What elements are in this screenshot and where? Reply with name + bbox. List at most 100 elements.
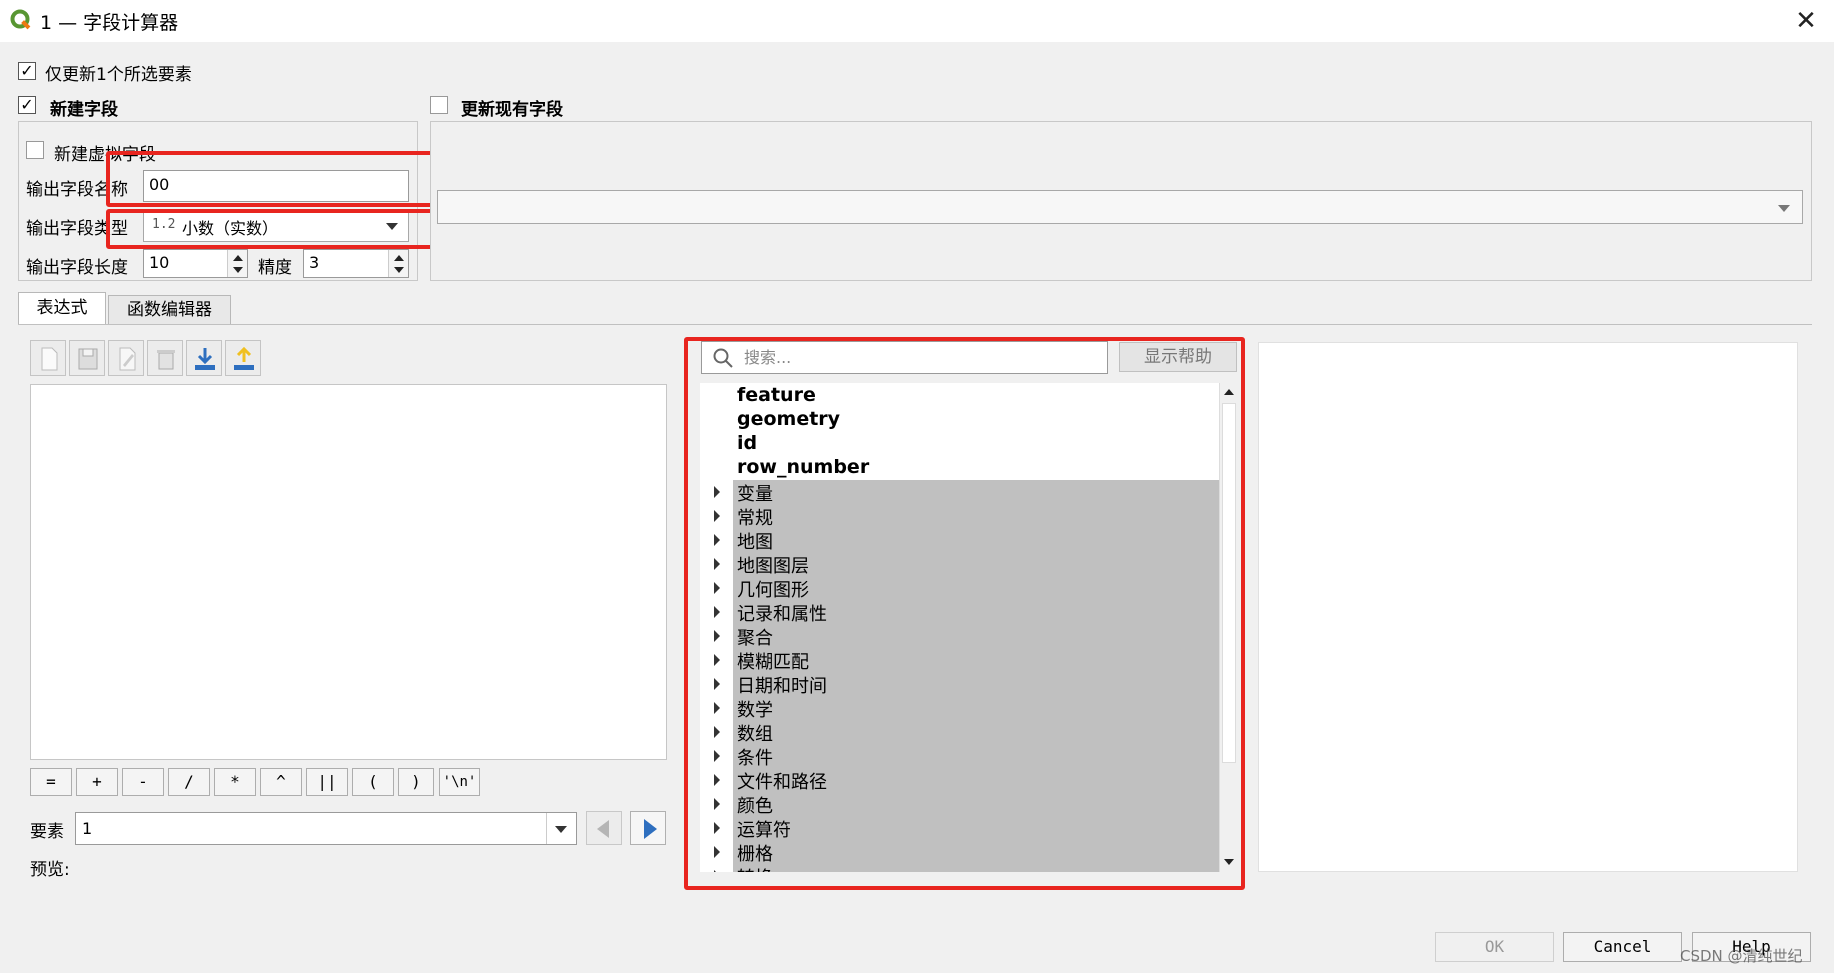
tree-group-item[interactable]: 数组: [700, 720, 1220, 745]
tree-group-item[interactable]: 模糊匹配: [700, 648, 1220, 673]
tree-item-id[interactable]: id: [737, 432, 757, 454]
update-field-checkbox[interactable]: [430, 96, 448, 114]
expand-arrow-icon[interactable]: [714, 582, 720, 594]
highlight-box-type: [106, 209, 456, 249]
close-button[interactable]: ✕: [1788, 4, 1824, 38]
expand-arrow-icon[interactable]: [714, 726, 720, 738]
expand-arrow-icon[interactable]: [714, 486, 720, 498]
tree-group-item[interactable]: 地图: [700, 528, 1220, 553]
expand-arrow-icon[interactable]: [714, 510, 720, 522]
tree-group-label: 转换: [737, 864, 773, 872]
search-input[interactable]: 搜索...: [701, 341, 1108, 374]
highlight-box-name: [106, 151, 453, 207]
tree-group-label: 文件和路径: [737, 772, 827, 793]
expand-arrow-icon[interactable]: [714, 654, 720, 666]
operator-concat-button[interactable]: ||: [306, 768, 348, 796]
tree-group-item[interactable]: 颜色: [700, 792, 1220, 817]
tree-group-item[interactable]: 几何图形: [700, 576, 1220, 601]
only-selected-checkbox[interactable]: ✓: [18, 62, 36, 80]
tab-divider: [18, 324, 1812, 325]
new-file-icon[interactable]: [30, 340, 66, 376]
search-icon: [713, 348, 733, 368]
new-field-checkbox[interactable]: ✓: [18, 96, 36, 114]
spin-buttons[interactable]: [388, 250, 408, 277]
cancel-button[interactable]: Cancel: [1563, 932, 1682, 962]
previous-feature-button[interactable]: [586, 811, 622, 845]
operator-divide-button[interactable]: /: [168, 768, 210, 796]
tree-item-feature[interactable]: feature: [737, 384, 816, 406]
tree-group-item[interactable]: 栅格: [700, 840, 1220, 865]
tree-group-item[interactable]: 运算符: [700, 816, 1220, 841]
export-icon[interactable]: [225, 340, 261, 376]
expand-arrow-icon[interactable]: [714, 678, 720, 690]
tree-group-label: 数组: [737, 724, 773, 745]
expand-arrow-icon[interactable]: [714, 774, 720, 786]
combo-divider: [546, 813, 547, 844]
tree-group-item[interactable]: 变量: [700, 480, 1220, 505]
edit-icon[interactable]: [108, 340, 144, 376]
vertical-scrollbar[interactable]: [1219, 383, 1238, 872]
expand-arrow-icon[interactable]: [714, 750, 720, 762]
watermark: CSDN @清纯世纪: [1680, 947, 1803, 965]
operator-power-button[interactable]: ^: [260, 768, 302, 796]
tree-group-item[interactable]: 数学: [700, 696, 1220, 721]
only-selected-label: 仅更新1个所选要素: [45, 65, 192, 85]
expand-arrow-icon[interactable]: [714, 534, 720, 546]
update-field-label: 更新现有字段: [461, 100, 563, 120]
tree-group-label: 模糊匹配: [737, 652, 809, 673]
tree-group-item[interactable]: 转换: [700, 864, 1220, 872]
tree-group-item[interactable]: 条件: [700, 744, 1220, 769]
tree-group-item[interactable]: 文件和路径: [700, 768, 1220, 793]
precision-spinbox[interactable]: 3: [303, 249, 409, 278]
operator-open-paren-button[interactable]: (: [352, 768, 394, 796]
tree-group-label: 常规: [737, 508, 773, 529]
expand-arrow-icon[interactable]: [714, 846, 720, 858]
feature-value: 1: [82, 819, 93, 838]
tree-item-row-number[interactable]: row_number: [737, 456, 869, 478]
delete-icon[interactable]: [147, 340, 183, 376]
ok-button[interactable]: OK: [1435, 932, 1554, 962]
tree-group-item[interactable]: 地图图层: [700, 552, 1220, 577]
expand-arrow-icon[interactable]: [714, 870, 720, 872]
operator-plus-button[interactable]: +: [76, 768, 118, 796]
operator-close-paren-button[interactable]: ): [398, 768, 434, 796]
scroll-down-icon[interactable]: [1224, 859, 1234, 865]
title-bar: 1 — 字段计算器 ✕: [0, 0, 1834, 42]
tree-group-item[interactable]: 常规: [700, 504, 1220, 529]
feature-select[interactable]: 1: [75, 812, 577, 845]
spin-up-icon: [394, 255, 404, 261]
tree-group-label: 数学: [737, 700, 773, 721]
tree-content: feature geometry id row_number 变量常规 地图 地图图…: [700, 383, 1220, 872]
import-icon[interactable]: [186, 340, 222, 376]
scroll-up-icon[interactable]: [1224, 389, 1234, 395]
spin-buttons[interactable]: [227, 250, 247, 277]
tree-group-label: 颜色: [737, 796, 773, 817]
expression-editor[interactable]: [30, 384, 667, 760]
operator-equals-button[interactable]: =: [30, 768, 72, 796]
expand-arrow-icon[interactable]: [714, 606, 720, 618]
tree-group-item[interactable]: 记录和属性: [700, 600, 1220, 625]
tab-expression[interactable]: 表达式: [18, 292, 106, 325]
show-help-button[interactable]: 显示帮助: [1119, 342, 1237, 372]
tree-group-label: 几何图形: [737, 580, 809, 601]
tab-function-editor[interactable]: 函数编辑器: [108, 295, 231, 325]
field-length-spinbox[interactable]: 10: [143, 249, 248, 278]
expand-arrow-icon[interactable]: [714, 630, 720, 642]
tree-item-geometry[interactable]: geometry: [737, 408, 840, 430]
operator-minus-button[interactable]: -: [122, 768, 164, 796]
tree-group-item[interactable]: 聚合: [700, 624, 1220, 649]
expand-arrow-icon[interactable]: [714, 702, 720, 714]
expand-arrow-icon[interactable]: [714, 822, 720, 834]
scrollbar-thumb[interactable]: [1222, 403, 1236, 763]
function-tree[interactable]: feature geometry id row_number 变量常规 地图 地图图…: [700, 383, 1238, 872]
save-icon[interactable]: [69, 340, 105, 376]
tree-group-item[interactable]: 日期和时间: [700, 672, 1220, 697]
virtual-field-checkbox[interactable]: [26, 141, 44, 159]
next-feature-button[interactable]: [630, 811, 666, 845]
operator-multiply-button[interactable]: *: [214, 768, 256, 796]
tree-group-label: 聚合: [737, 628, 773, 649]
existing-field-select[interactable]: [437, 190, 1803, 224]
operator-newline-button[interactable]: '\n': [439, 768, 480, 796]
expand-arrow-icon[interactable]: [714, 558, 720, 570]
expand-arrow-icon[interactable]: [714, 798, 720, 810]
